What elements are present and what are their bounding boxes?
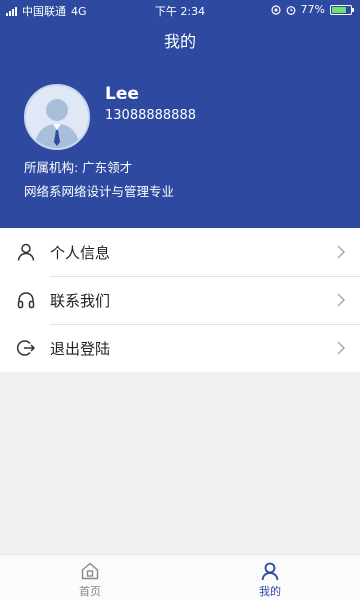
menu-item-label: 联系我们	[50, 292, 111, 310]
status-right: 77%	[270, 3, 354, 16]
menu-item-label: 退出登陆	[50, 340, 111, 358]
user-icon	[261, 562, 279, 581]
organization-label: 所属机构: 广东领才	[24, 160, 133, 175]
battery-icon	[330, 4, 354, 15]
avatar-person-icon	[26, 86, 88, 148]
profile-header: 中国联通 4G 下午 2:34 77% 我的 Lee 13088888888 所…	[0, 0, 360, 228]
user-name: Lee	[105, 84, 139, 104]
headphones-icon	[17, 292, 35, 309]
avatar[interactable]	[24, 84, 90, 150]
menu-item-logout[interactable]: 退出登陆	[0, 324, 360, 372]
chevron-right-icon	[337, 341, 346, 355]
menu-item-contact-us[interactable]: 联系我们	[0, 276, 360, 324]
chevron-right-icon	[337, 293, 346, 307]
location-icon	[270, 4, 281, 15]
tab-label: 首页	[79, 585, 101, 598]
menu-item-label: 个人信息	[50, 244, 111, 262]
home-icon	[81, 562, 99, 580]
menu-list: 个人信息 联系我们 退出登陆	[0, 228, 360, 372]
chevron-right-icon	[337, 245, 346, 259]
person-icon	[17, 243, 35, 261]
tab-label: 我的	[259, 585, 281, 598]
tab-home[interactable]: 首页	[0, 555, 180, 600]
battery-percent: 77%	[300, 3, 325, 16]
bottom-tab-bar: 首页 我的	[0, 554, 360, 600]
user-phone: 13088888888	[105, 108, 196, 123]
major-label: 网络系网络设计与管理专业	[24, 184, 175, 199]
page-title: 我的	[163, 32, 196, 51]
logout-icon	[16, 340, 36, 356]
tab-mine[interactable]: 我的	[180, 555, 360, 600]
alarm-icon	[286, 5, 295, 15]
menu-item-personal-info[interactable]: 个人信息	[0, 228, 360, 276]
status-bar: 中国联通 4G 下午 2:34 77%	[0, 0, 360, 20]
